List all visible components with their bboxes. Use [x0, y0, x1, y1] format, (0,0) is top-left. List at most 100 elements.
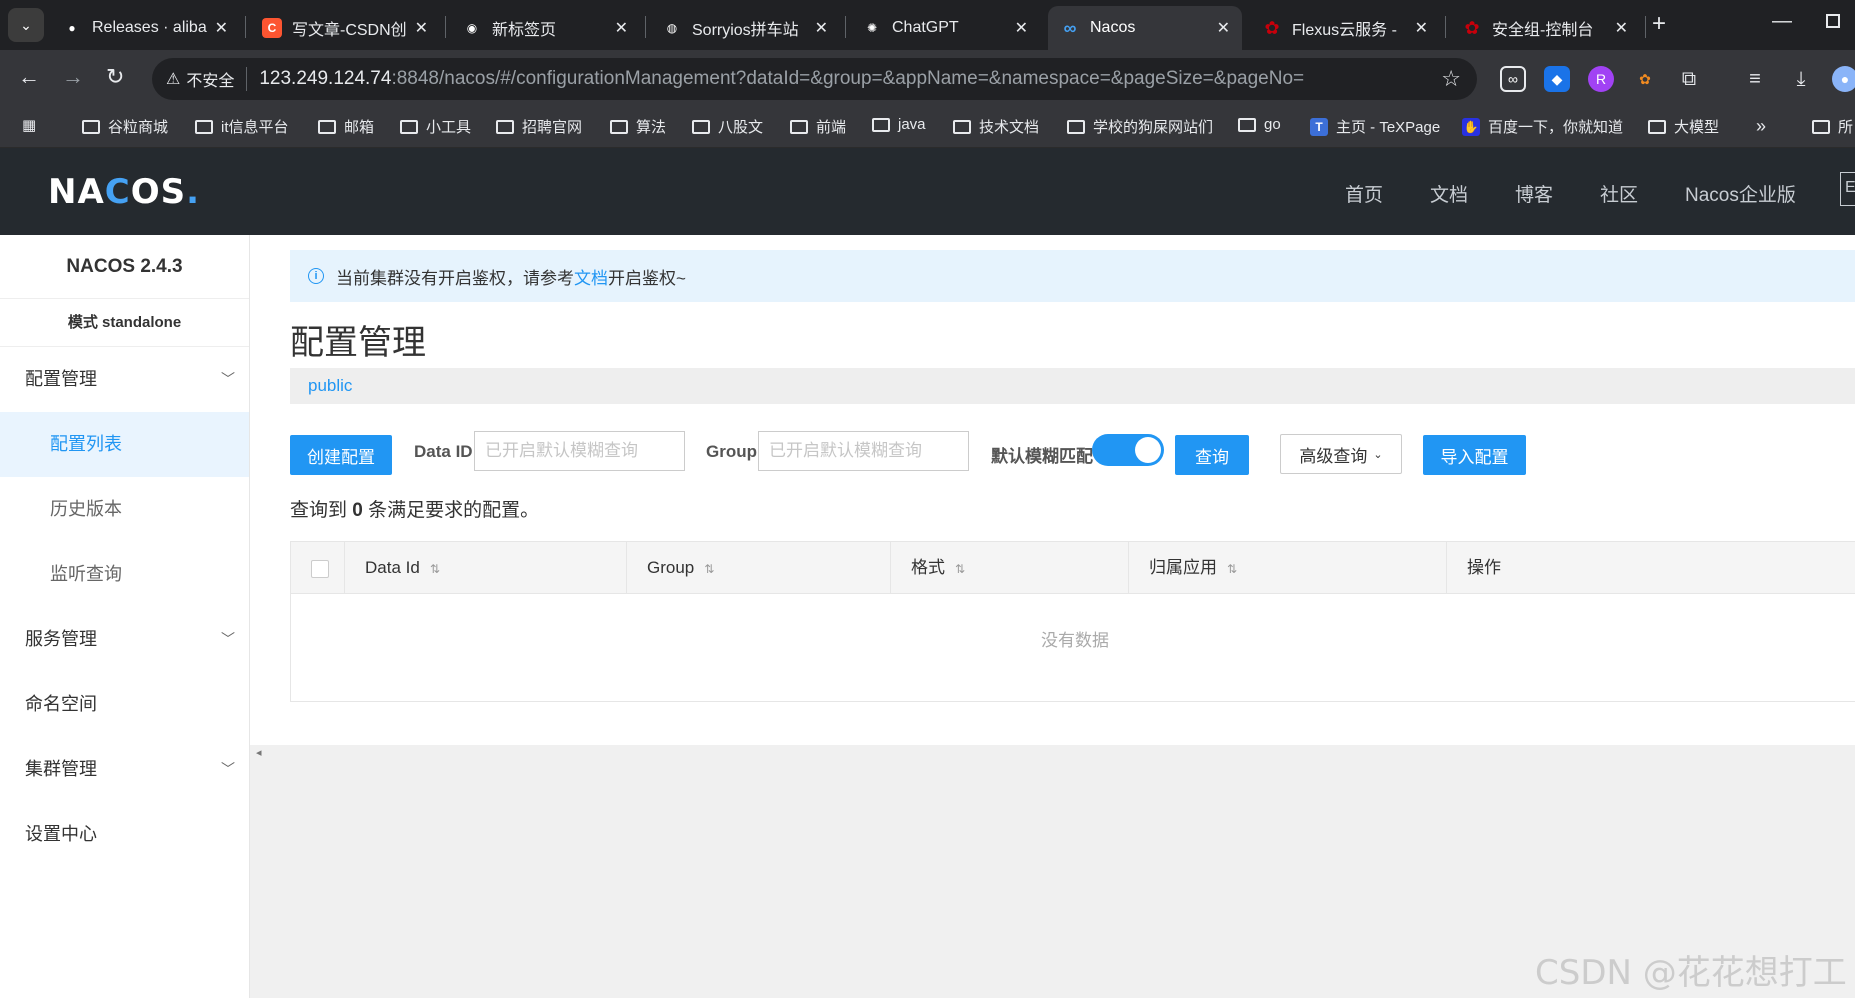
back-icon[interactable]: ← — [18, 64, 40, 90]
bookmark-item[interactable]: it信息平台 — [195, 116, 289, 137]
tab-title: 安全组-控制台 — [1492, 22, 1594, 39]
tab-flexus[interactable]: ✿ Flexus云服务 - ✕ — [1250, 6, 1440, 50]
star-icon[interactable]: ☆ — [1441, 66, 1461, 92]
download-icon[interactable]: ⤓ — [1788, 66, 1814, 92]
extension-icon[interactable]: ✿ — [1632, 66, 1658, 92]
sort-icon[interactable]: ⇅ — [704, 562, 714, 576]
folder-icon — [1648, 119, 1666, 134]
fuzzy-match-toggle[interactable] — [1092, 434, 1164, 466]
puzzle-icon[interactable]: ⧉ — [1676, 66, 1702, 92]
sidebar-item-label: 服务管理 — [25, 629, 97, 649]
sidebar-item-settings[interactable]: 设置中心 — [0, 802, 249, 867]
bookmark-item[interactable]: T 主页 - TeXPage — [1310, 116, 1440, 137]
bookmark-item[interactable]: 大模型 — [1648, 116, 1719, 137]
tab-releases[interactable]: ● Releases · aliba ✕ — [50, 6, 240, 50]
column-label: 归属应用 — [1149, 558, 1217, 577]
language-button[interactable]: E — [1840, 172, 1855, 206]
mode-label: 模式 standalone — [0, 299, 249, 347]
tab-sorryios[interactable]: ◍ Sorryios拼车站 ✕ — [650, 6, 840, 50]
close-icon[interactable]: ✕ — [1015, 18, 1028, 38]
tab-search-button[interactable]: ⌄ — [8, 8, 44, 42]
bookmark-item[interactable]: 前端 — [790, 116, 846, 137]
close-icon[interactable]: ✕ — [1615, 18, 1628, 38]
bookmark-label: 邮箱 — [344, 119, 375, 136]
extension-icon[interactable]: R — [1588, 66, 1614, 92]
create-config-button[interactable]: 创建配置 — [290, 435, 392, 475]
extension-icon[interactable]: ◆ — [1544, 66, 1570, 92]
nav-home[interactable]: 首页 — [1345, 180, 1383, 207]
bookmark-item[interactable]: java — [872, 116, 926, 133]
reload-icon[interactable]: ↻ — [106, 64, 124, 90]
scroll-left-icon[interactable]: ◂ — [256, 746, 262, 759]
maximize-icon[interactable] — [1826, 14, 1840, 28]
close-icon[interactable]: ✕ — [215, 18, 228, 38]
group-input[interactable] — [758, 431, 969, 471]
bookmark-item[interactable]: 八股文 — [692, 116, 763, 137]
close-icon[interactable]: ✕ — [1415, 18, 1428, 38]
avatar[interactable]: ● — [1832, 66, 1855, 92]
column-header-group[interactable]: Group ⇅ — [626, 542, 890, 594]
column-header-dataid[interactable]: Data Id ⇅ — [344, 542, 626, 594]
close-icon[interactable]: ✕ — [815, 18, 828, 38]
sidebar-item-service-management[interactable]: 服务管理 ﹀ — [0, 607, 249, 672]
tab-nacos[interactable]: ∞ Nacos ✕ — [1048, 6, 1242, 50]
close-icon[interactable]: ✕ — [615, 18, 628, 38]
namespace-public[interactable]: public — [308, 376, 352, 396]
bookmark-item[interactable]: go — [1238, 116, 1281, 133]
select-all-checkbox[interactable] — [311, 560, 329, 578]
media-icon[interactable]: ≡ — [1742, 66, 1768, 92]
nav-enterprise[interactable]: Nacos企业版 — [1685, 180, 1796, 207]
extension-icon[interactable]: ∞ — [1500, 66, 1526, 92]
bookmark-item[interactable]: 技术文档 — [953, 116, 1039, 137]
address-bar[interactable]: ⚠ 不安全 123.249.124.74:8848/nacos/#/config… — [152, 58, 1477, 100]
sort-icon[interactable]: ⇅ — [1227, 562, 1237, 576]
security-indicator[interactable]: ⚠ 不安全 — [166, 67, 234, 91]
column-header-app[interactable]: 归属应用 ⇅ — [1128, 542, 1446, 594]
forward-icon[interactable]: → — [62, 64, 84, 90]
import-config-button[interactable]: 导入配置 — [1423, 435, 1526, 475]
dataid-input[interactable] — [474, 431, 685, 471]
tab-security-group[interactable]: ✿ 安全组-控制台 ✕ — [1450, 6, 1640, 50]
bookmark-label: 谷粒商城 — [108, 119, 169, 136]
sort-icon[interactable]: ⇅ — [955, 562, 965, 576]
sidebar-item-cluster-management[interactable]: 集群管理 ﹀ — [0, 737, 249, 802]
sidebar-item-config-management[interactable]: 配置管理 ﹀ — [0, 347, 249, 412]
sidebar-item-listen-query[interactable]: 监听查询 — [0, 542, 249, 607]
bookmark-item[interactable]: 小工具 — [400, 116, 471, 137]
dataid-label: Data ID — [414, 442, 473, 461]
nav-docs[interactable]: 文档 — [1430, 180, 1468, 207]
bookmark-item[interactable]: 学校的狗屎网站们 — [1067, 116, 1213, 137]
bookmark-item[interactable]: 算法 — [610, 116, 666, 137]
minimize-icon[interactable]: — — [1772, 10, 1792, 33]
tab-separator — [245, 16, 246, 38]
column-header-format[interactable]: 格式 ⇅ — [890, 542, 1128, 594]
advanced-query-button[interactable]: 高级查询 ⌄ — [1280, 434, 1402, 474]
sidebar-item-label: 设置中心 — [25, 824, 97, 844]
more-bookmarks-icon[interactable]: » — [1756, 116, 1766, 137]
nav-blog[interactable]: 博客 — [1515, 180, 1553, 207]
horizontal-scrollbar[interactable]: ◂ — [250, 745, 1855, 761]
bookmark-item[interactable]: 邮箱 — [318, 116, 374, 137]
docs-link[interactable]: 文档 — [574, 264, 608, 289]
sort-icon[interactable]: ⇅ — [430, 562, 440, 576]
close-icon[interactable]: ✕ — [415, 18, 428, 38]
tab-title: 写文章-CSDN创 — [292, 22, 407, 39]
tab-new[interactable]: ◉ 新标签页 ✕ — [450, 6, 640, 50]
sidebar-item-namespace[interactable]: 命名空间 — [0, 672, 249, 737]
close-icon[interactable]: ✕ — [1217, 18, 1230, 38]
tab-chatgpt[interactable]: ✺ ChatGPT ✕ — [850, 6, 1040, 50]
bookmark-item[interactable]: 招聘官网 — [496, 116, 582, 137]
bookmark-label: 小工具 — [426, 119, 472, 136]
url-text[interactable]: 123.249.124.74:8848/nacos/#/configuratio… — [259, 68, 1304, 90]
tab-csdn[interactable]: C 写文章-CSDN创 ✕ — [250, 6, 440, 50]
bookmark-item[interactable]: 谷粒商城 — [82, 116, 168, 137]
new-tab-button[interactable]: + — [1652, 10, 1666, 38]
apps-icon[interactable]: ▦ — [22, 116, 36, 134]
sidebar-item-config-list[interactable]: 配置列表 — [0, 412, 249, 477]
nav-community[interactable]: 社区 — [1600, 180, 1638, 207]
query-button[interactable]: 查询 — [1175, 435, 1249, 475]
nacos-logo[interactable]: NACOS. — [48, 172, 200, 212]
bookmark-item[interactable]: ✋ 百度一下，你就知道 — [1462, 116, 1623, 137]
bookmark-item[interactable]: 所 — [1812, 116, 1853, 137]
sidebar-item-history[interactable]: 历史版本 — [0, 477, 249, 542]
